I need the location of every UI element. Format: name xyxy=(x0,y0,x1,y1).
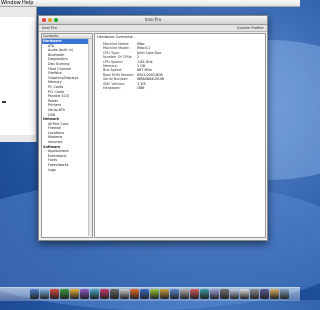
dock-app-icon[interactable] xyxy=(180,289,189,299)
dock-app-icon[interactable] xyxy=(250,289,259,299)
menu-help[interactable]: Help xyxy=(22,0,33,6)
dock-app-icon[interactable] xyxy=(270,289,279,299)
dock-app-icon[interactable] xyxy=(110,289,119,299)
dock-app-icon[interactable] xyxy=(260,289,269,299)
dock-app-icon[interactable] xyxy=(100,289,109,299)
dock-app-icon[interactable] xyxy=(230,289,239,299)
dock-app-icon[interactable] xyxy=(50,289,59,299)
dock-app-icon[interactable] xyxy=(210,289,219,299)
overview-value: 1.83 GHz xyxy=(137,59,153,64)
overview-value: iMac xyxy=(137,42,145,46)
window-title: Intel Pro xyxy=(144,17,162,22)
dock-app-icon[interactable] xyxy=(130,289,139,299)
dock-app-icon[interactable] xyxy=(90,289,99,299)
background-window-text xyxy=(2,101,6,103)
overview-value: 2 xyxy=(137,55,140,60)
dock-app-icon[interactable] xyxy=(160,289,169,299)
dock-app-icon[interactable] xyxy=(190,289,199,299)
dock-app-icon[interactable] xyxy=(280,289,289,299)
dock-app-icon[interactable] xyxy=(170,289,179,299)
contents-sidebar: Contents Hardware ATA Audio (built in) Blue… xyxy=(41,33,93,238)
overview-value: 1.1f5 xyxy=(137,81,146,86)
overview-value: 1 GB xyxy=(137,63,146,68)
toolbar: Intel Pro System Profiler xyxy=(39,25,267,32)
overview-value: Intel Core Duo xyxy=(137,50,162,55)
sidebar-scrollbar[interactable] xyxy=(88,39,92,236)
overview-row: Hardware: i386 xyxy=(103,86,164,90)
dock-icons xyxy=(30,289,300,300)
title-bar[interactable]: Intel Pro xyxy=(39,16,267,25)
detail-rows: Machine Name: iMac Machine Model: iMac4,1 CP… xyxy=(103,42,164,90)
background-window-content xyxy=(0,17,35,135)
overview-value: IM41.0055.B08 xyxy=(137,72,163,77)
menu-window[interactable]: Window xyxy=(1,0,21,6)
sidebar-list: Hardware ATA Audio (built in) Bluetooth Diag… xyxy=(42,39,92,172)
menu-bar: Window Help xyxy=(0,0,300,7)
dock-app-icon[interactable] xyxy=(140,289,149,299)
toolbar-right-label: System Profiler xyxy=(236,26,264,30)
dock-app-icon[interactable] xyxy=(70,289,79,299)
dock-app-icon[interactable] xyxy=(60,289,69,299)
detail-pane: Hardware Overview: Machine Name: iMac Mach… xyxy=(94,33,266,238)
dock-app-icon[interactable] xyxy=(30,289,39,299)
overview-value: W8608A4UVUW xyxy=(137,77,165,82)
dock xyxy=(0,287,300,301)
dock-app-icon[interactable] xyxy=(240,289,249,299)
dock-app-icon[interactable] xyxy=(80,289,89,299)
system-profiler-window: Intel Pro Intel Pro System Profiler Cont… xyxy=(38,15,268,241)
background-window[interactable] xyxy=(0,7,37,142)
toolbar-left-label: Intel Pro xyxy=(42,26,57,30)
sidebar-item[interactable]: Logs xyxy=(42,168,92,173)
overview-value: iMac4,1 xyxy=(137,46,151,51)
dock-app-icon[interactable] xyxy=(200,289,209,299)
dock-app-icon[interactable] xyxy=(150,289,159,299)
dock-app-icon[interactable] xyxy=(120,289,129,299)
overview-value: 667 MHz xyxy=(137,68,152,73)
dock-app-icon[interactable] xyxy=(40,289,49,299)
overview-key: Hardware: xyxy=(103,85,121,90)
detail-heading: Hardware Overview: xyxy=(97,35,134,39)
overview-value: i386 xyxy=(137,85,145,90)
dock-app-icon[interactable] xyxy=(220,289,229,299)
